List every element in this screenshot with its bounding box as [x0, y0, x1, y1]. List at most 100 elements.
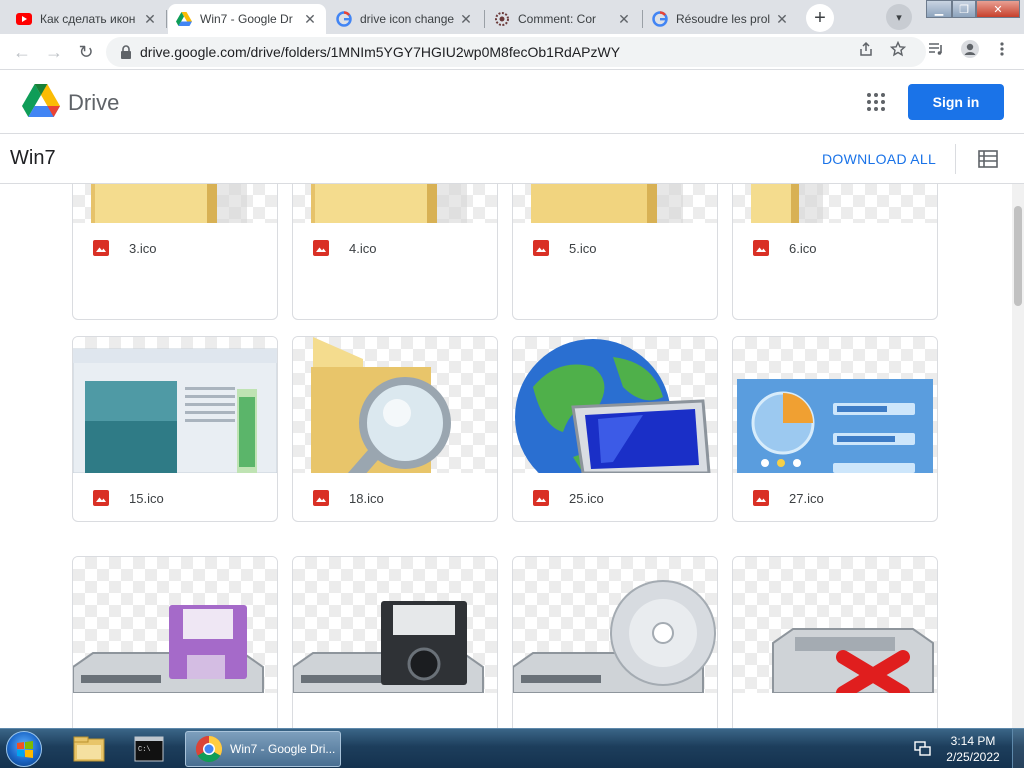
back-icon[interactable]: ← [8, 38, 36, 66]
file-thumbnail [293, 337, 497, 473]
restore-icon[interactable]: ❐ [952, 0, 976, 18]
file-card[interactable] [72, 556, 278, 728]
scrollbar-thumb[interactable] [1014, 206, 1022, 306]
clock-time: 3:14 PM [950, 734, 996, 748]
list-view-icon[interactable] [978, 150, 998, 168]
file-card[interactable]: 3.ico [72, 184, 278, 320]
address-bar[interactable]: drive.google.com/drive/folders/1MNIm5YGY… [106, 37, 926, 67]
google-icon [336, 11, 352, 27]
image-file-icon [313, 490, 329, 506]
tab-title: Comment: Cor [518, 12, 597, 26]
close-tab-icon[interactable]: ✕ [302, 11, 318, 27]
file-card-footer: 18.ico [293, 473, 497, 521]
file-card-footer: 25.ico [513, 473, 717, 521]
explorer-icon[interactable] [66, 731, 112, 767]
minimize-icon[interactable]: ▁ [926, 0, 952, 18]
file-grid: 3.ico 4.ico 5.ico 6.ico 15.ico 18.ico 25… [0, 184, 1024, 728]
file-card[interactable]: 6.ico [732, 184, 938, 320]
file-card[interactable]: 18.ico [292, 336, 498, 522]
drive-app-name[interactable]: Drive [68, 90, 119, 116]
profile-icon[interactable] [960, 39, 980, 59]
taskbar-window-title: Win7 - Google Dri... [230, 742, 336, 756]
floppy-drive-purple-preview-icon [73, 605, 264, 693]
browser-tab[interactable]: Résoudre les prol ✕ [644, 4, 798, 34]
url-text: drive.google.com/drive/folders/1MNIm5YGY… [140, 44, 621, 60]
taskbar-chrome-window[interactable]: Win7 - Google Dri... [185, 731, 341, 767]
tab-strip: Как сделать икон ✕ Win7 - Google Dr ✕ dr… [0, 0, 1024, 34]
file-card[interactable] [512, 556, 718, 728]
tab-title: Résoudre les prol [676, 12, 771, 26]
windows-logo-icon [17, 741, 33, 758]
file-thumbnail [513, 557, 717, 693]
file-card[interactable] [292, 556, 498, 728]
google-drive-logo-icon[interactable] [22, 84, 60, 123]
toolbar-divider [955, 144, 956, 174]
file-thumbnail [73, 557, 277, 693]
file-card[interactable]: 15.ico [72, 336, 278, 522]
scrollbar[interactable] [1012, 184, 1024, 728]
close-window-icon[interactable]: ✕ [976, 0, 1020, 18]
file-thumbnail [293, 557, 497, 693]
media-controls-icon[interactable] [926, 39, 946, 59]
file-thumbnail [733, 337, 937, 473]
file-card-footer: 3.ico [73, 223, 277, 273]
share-icon[interactable] [856, 39, 876, 59]
file-card-footer: 4.ico [293, 223, 497, 273]
google-apps-icon[interactable] [864, 90, 888, 114]
file-thumbnail [733, 184, 937, 223]
image-file-icon [93, 240, 109, 256]
file-name: 18.ico [349, 490, 384, 506]
cd-drive-preview-icon [513, 580, 716, 693]
browser-tab[interactable]: Как сделать икон ✕ [8, 4, 166, 34]
close-tab-icon[interactable]: ✕ [458, 11, 474, 27]
browser-tab-active[interactable]: Win7 - Google Dr ✕ [168, 4, 326, 34]
image-file-icon [753, 240, 769, 256]
bookmark-star-icon[interactable] [888, 39, 908, 59]
close-tab-icon[interactable]: ✕ [142, 11, 158, 27]
start-button[interactable] [6, 731, 42, 767]
chrome-menu-icon[interactable] [992, 39, 1012, 59]
command-prompt-icon[interactable]: C:\ [126, 731, 172, 767]
file-thumbnail [733, 557, 937, 693]
folder-magnifier-preview-icon [311, 337, 451, 473]
show-desktop-button[interactable] [1012, 729, 1024, 768]
tab-divider [642, 10, 643, 28]
svg-text:C:\: C:\ [138, 746, 151, 754]
browser-tab[interactable]: drive icon change ✕ [328, 4, 482, 34]
browser-tab[interactable]: Comment: Cor ✕ [486, 4, 640, 34]
settings-icon [494, 11, 510, 27]
image-file-icon [93, 490, 109, 506]
file-card[interactable]: 5.ico [512, 184, 718, 320]
file-thumbnail [73, 184, 277, 223]
control-panel-preview-icon [737, 379, 933, 473]
file-name: 27.ico [789, 490, 824, 506]
google-icon [652, 11, 668, 27]
image-file-icon [753, 490, 769, 506]
windows-taskbar: C:\ Win7 - Google Dri... 3:14 PM 2/25/20… [0, 728, 1024, 768]
file-card-footer: 6.ico [733, 223, 937, 273]
folder-preview-icon [531, 184, 683, 223]
file-card[interactable]: 27.ico [732, 336, 938, 522]
file-card[interactable] [732, 556, 938, 728]
file-card[interactable]: 25.ico [512, 336, 718, 522]
forward-icon[interactable]: → [40, 38, 68, 66]
window-preview-icon [73, 348, 277, 473]
download-all-button[interactable]: DOWNLOAD ALL [822, 151, 936, 167]
folder-title: Win7 [10, 147, 56, 169]
folder-bar: Win7 DOWNLOAD ALL [0, 134, 1024, 184]
system-clock[interactable]: 3:14 PM 2/25/2022 [942, 733, 1004, 765]
file-card[interactable]: 4.ico [292, 184, 498, 320]
file-thumbnail [293, 184, 497, 223]
sign-in-button[interactable]: Sign in [908, 84, 1004, 120]
lock-icon [112, 45, 140, 59]
tab-search-icon[interactable]: ▾ [886, 4, 912, 30]
new-tab-button[interactable]: + [806, 4, 834, 32]
network-icon[interactable] [914, 741, 932, 757]
file-card-footer: 15.ico [73, 473, 277, 521]
drive-header: Drive Sign in [0, 70, 1024, 134]
youtube-icon [16, 11, 32, 27]
close-tab-icon[interactable]: ✕ [616, 11, 632, 27]
reload-icon[interactable]: ↻ [72, 38, 100, 66]
file-name: 4.ico [349, 240, 377, 256]
close-tab-icon[interactable]: ✕ [774, 11, 790, 27]
